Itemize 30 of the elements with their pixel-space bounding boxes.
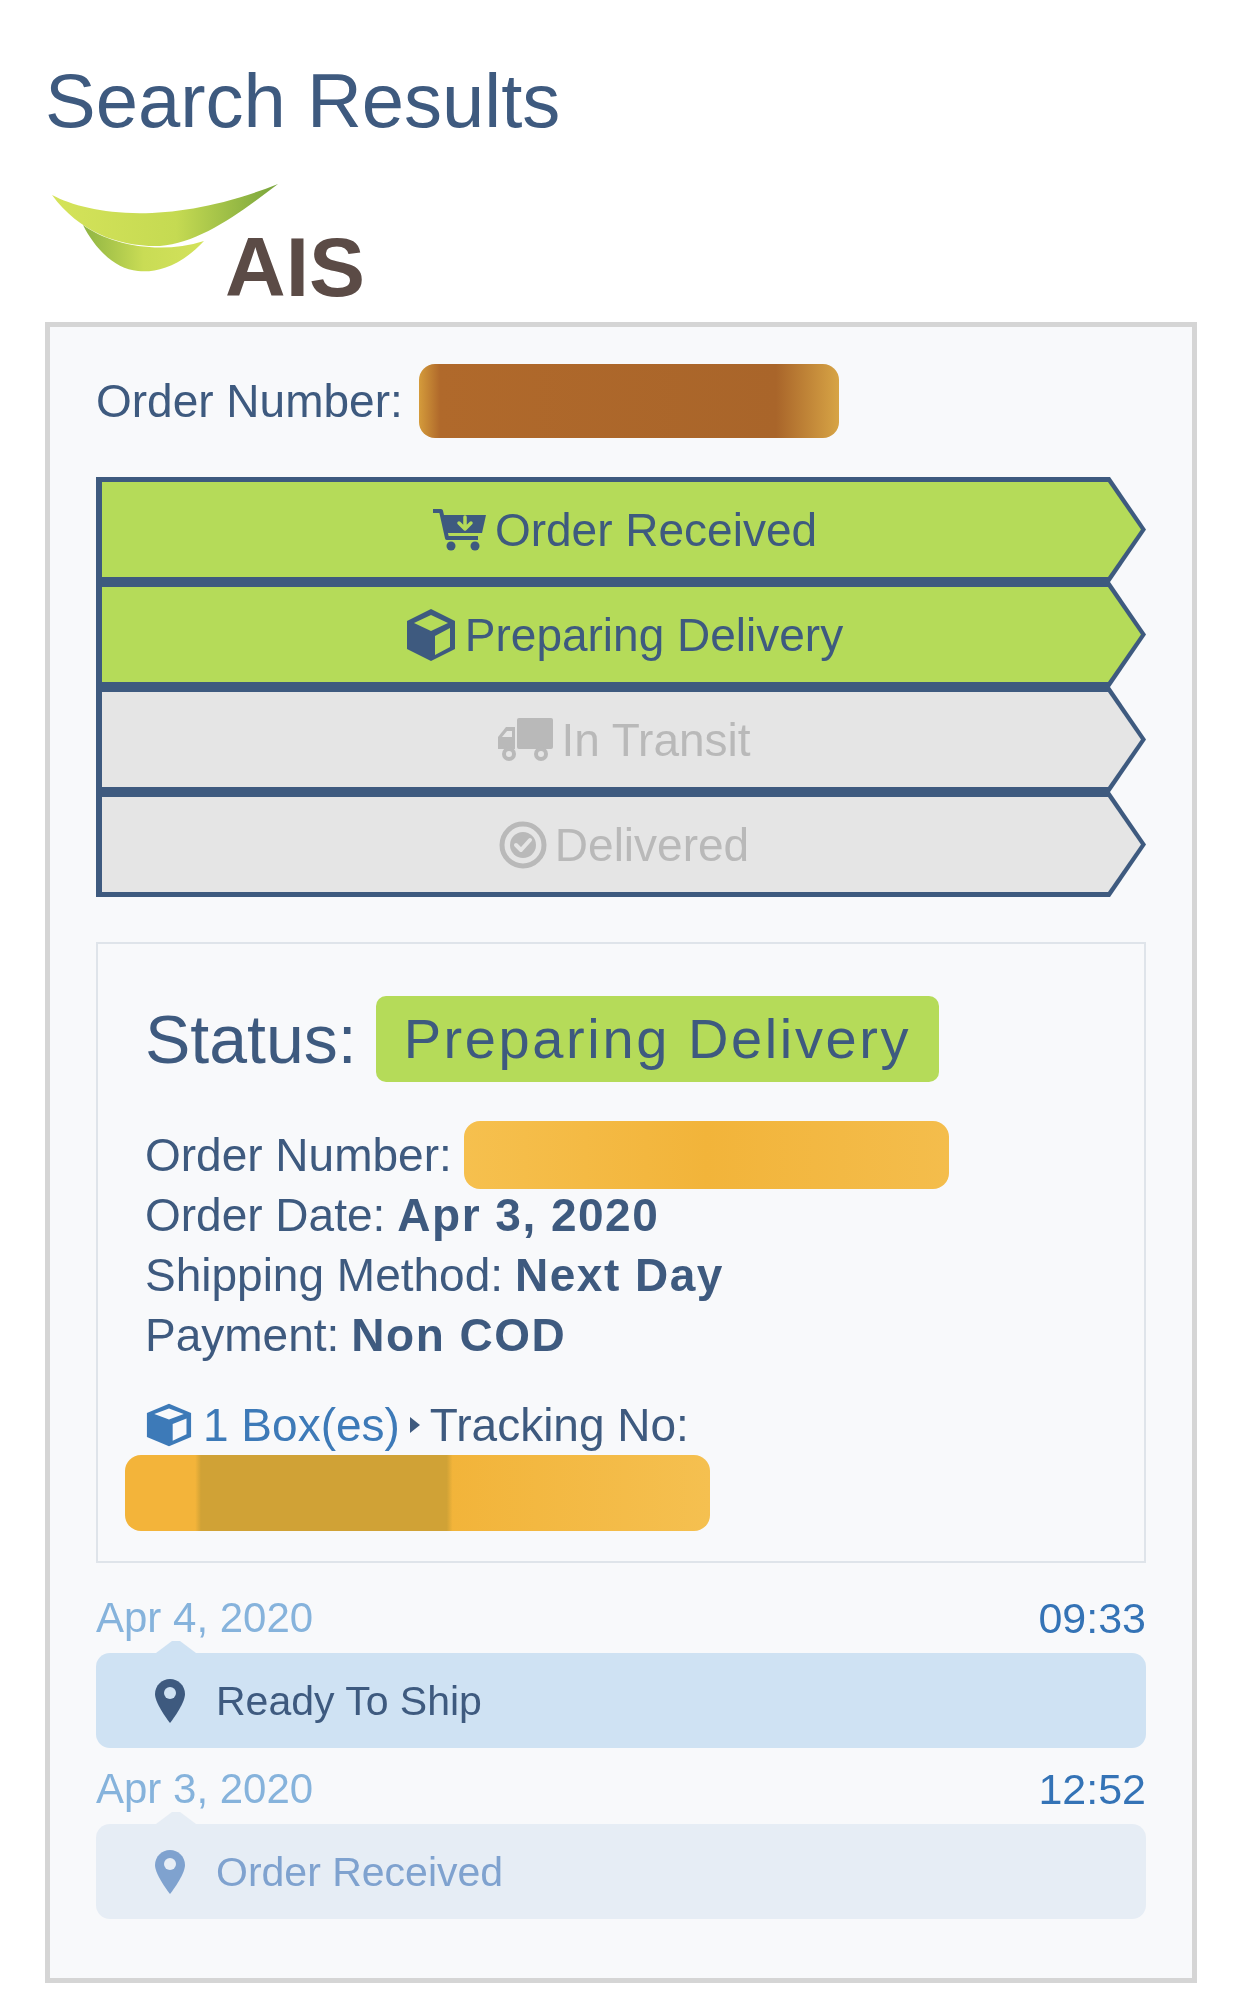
pin-icon — [154, 1848, 186, 1895]
event-time: 12:52 — [1038, 1766, 1146, 1812]
order-number-label: Order Number: — [96, 376, 403, 426]
detail-label: Shipping Method: — [145, 1248, 504, 1303]
box-icon — [145, 1402, 193, 1448]
detail-value: Next Day — [515, 1248, 724, 1303]
detail-value: Non COD — [351, 1308, 567, 1363]
caret-right-icon — [409, 1415, 420, 1435]
cart-icon — [430, 506, 487, 553]
check-circle-icon — [498, 820, 547, 869]
status-label: Status: — [145, 1000, 357, 1079]
detail-label: Payment: — [145, 1308, 340, 1363]
step-label: Order Received — [494, 503, 818, 556]
status-badge: Preparing Delivery — [375, 996, 940, 1082]
box-icon — [404, 606, 457, 663]
logo-text: AIS — [224, 225, 365, 309]
event-date: Apr 4, 2020 — [96, 1595, 314, 1641]
event-text: Order Received — [216, 1847, 504, 1897]
detail-value: Apr 3, 2020 — [397, 1188, 660, 1243]
boxes-link[interactable]: 1 Box(es) — [203, 1395, 400, 1455]
detail-label: Order Date: — [145, 1188, 386, 1243]
truck-icon — [497, 717, 554, 762]
pin-icon — [154, 1677, 186, 1724]
page-title: Search Results — [45, 57, 562, 145]
detail-label: Order Number: — [145, 1128, 452, 1183]
event-time: 09:33 — [1038, 1595, 1146, 1641]
event-date: Apr 3, 2020 — [96, 1766, 314, 1812]
tracking-label: Tracking No: — [429, 1398, 689, 1453]
step-label: Preparing Delivery — [464, 608, 844, 661]
event-text: Ready To Ship — [216, 1676, 482, 1726]
